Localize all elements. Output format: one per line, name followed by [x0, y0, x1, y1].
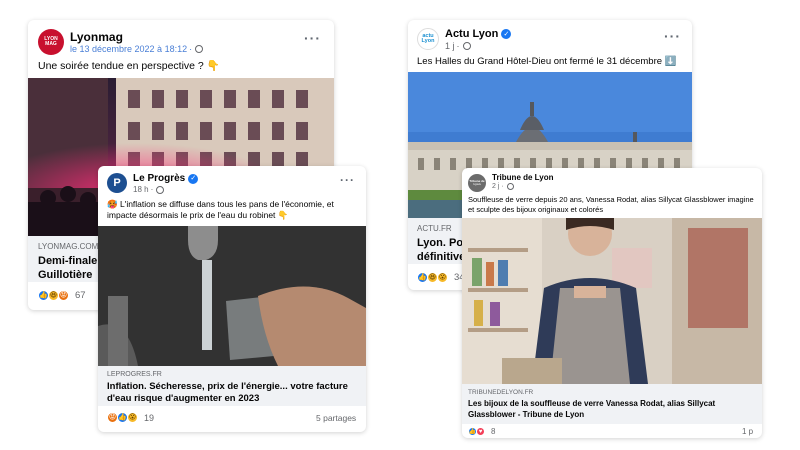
point-down-emoji: 👇 [277, 210, 289, 220]
link-domain: TRIBUNEDELYON.FR [468, 389, 534, 396]
reactions-summary[interactable]: 👍 😆 😡 67 [38, 290, 86, 301]
angry-reaction-icon: 😡 [58, 290, 69, 301]
post-meta: le 13 décembre 2022 à 18:12 · [70, 44, 204, 54]
globe-icon [506, 183, 514, 190]
shares-count-link[interactable]: 1 p [742, 427, 753, 436]
meta-separator: · [189, 44, 193, 54]
link-preview[interactable]: TRIBUNEDELYON.FR Les bijoux de la souffl… [462, 384, 762, 424]
post-meta: 1 j · [445, 41, 471, 51]
more-options-button[interactable]: ··· [664, 28, 681, 44]
page-avatar-leprogres[interactable]: P [107, 173, 127, 193]
point-down-emoji: 👇 [206, 60, 220, 72]
reaction-count: 67 [75, 290, 86, 301]
post-text: Une soirée tendue en perspective ? 👇 [38, 59, 324, 73]
post-meta: 2 j · [492, 183, 514, 190]
wow-reaction-icon: 😮 [127, 412, 138, 423]
post-time-link[interactable]: 1 j [445, 41, 455, 51]
avatar-logo-text: actu Lyon [421, 32, 435, 44]
more-options-button[interactable]: ··· [304, 30, 321, 46]
post-image-tribune[interactable] [462, 218, 762, 384]
post-meta: 18 h · [133, 185, 165, 194]
wow-reaction-icon: 😮 [437, 272, 448, 283]
post-card-leprogres: P Le Progrès ✓ 18 h · ··· 🥵 L'inflation … [98, 166, 366, 432]
page-name[interactable]: Le Progrès ✓ [133, 173, 199, 184]
reactions-summary[interactable]: 👍 😆 😮 34 [417, 272, 465, 283]
page-name-label[interactable]: Lyonmag [70, 30, 123, 44]
page-avatar-lyonmag[interactable]: LYON MAG [38, 29, 64, 55]
page-name[interactable]: Lyonmag [70, 30, 123, 44]
avatar-logo-text: P [113, 176, 121, 189]
reaction-count: 19 [144, 412, 155, 423]
post-text-content: Les Halles du Grand Hôtel-Dieu ont fermé… [417, 56, 663, 67]
reaction-count: 8 [491, 427, 496, 436]
more-options-button[interactable]: ··· [340, 173, 355, 187]
page-avatar-tribune[interactable]: Tribune de Lyon [468, 174, 486, 192]
shares-count-link[interactable]: 5 partages [316, 413, 356, 423]
hot-face-emoji: 🥵 [107, 199, 118, 209]
post-card-tribune: Tribune de Lyon Tribune de Lyon 2 j · So… [462, 168, 762, 438]
page-name[interactable]: Actu Lyon ✓ [445, 28, 512, 40]
post-text-content: L'inflation se diffuse dans tous les pan… [107, 199, 334, 220]
avatar-logo-text: Tribune de Lyon [469, 179, 485, 186]
post-text: Souffleuse de verre depuis 20 ans, Vanes… [468, 195, 758, 215]
tap-water-glass-photo [98, 226, 366, 366]
post-text: 🥵 L'inflation se diffuse dans tous les p… [107, 199, 357, 221]
page-avatar-actulyon[interactable]: actu Lyon [417, 28, 439, 50]
verified-badge-icon: ✓ [188, 173, 199, 184]
meta-separator: · [501, 183, 504, 190]
link-domain: LYONMAG.COM [38, 242, 99, 251]
globe-icon [195, 45, 204, 53]
globe-icon [462, 42, 471, 50]
avatar-logo-text: LYON MAG [44, 36, 58, 47]
link-title[interactable]: Les bijoux de la souffleuse de verre Van… [468, 398, 758, 422]
page-name[interactable]: Tribune de Lyon [492, 173, 553, 182]
verified-badge-icon: ✓ [501, 29, 512, 39]
down-arrow-emoji: ⬇️ [664, 56, 677, 67]
post-text: Les Halles du Grand Hôtel-Dieu ont fermé… [417, 55, 687, 69]
page-name-label[interactable]: Tribune de Lyon [492, 173, 553, 182]
post-text-content: Une soirée tendue en perspective ? [38, 60, 204, 72]
post-date-link[interactable]: le 13 décembre 2022 à 18:12 [70, 44, 187, 54]
glassblower-woman-photo [462, 218, 762, 384]
post-time-link[interactable]: 18 h [133, 185, 149, 194]
post-image-leprogres[interactable] [98, 226, 366, 366]
meta-separator: · [456, 41, 460, 51]
meta-separator: · [150, 185, 154, 194]
love-reaction-icon: ♥ [476, 427, 485, 436]
reactions-summary[interactable]: 👍 ♥ 8 [468, 427, 495, 436]
link-domain: ACTU.FR [417, 224, 452, 233]
post-text-content: Souffleuse de verre depuis 20 ans, Vanes… [468, 195, 754, 214]
globe-icon [156, 185, 165, 194]
page-name-label[interactable]: Actu Lyon [445, 28, 498, 40]
link-preview[interactable]: LEPROGRES.FR Inflation. Sécheresse, prix… [98, 366, 366, 406]
link-title[interactable]: Inflation. Sécheresse, prix de l'énergie… [107, 381, 359, 405]
reactions-summary[interactable]: 😡 👍 😮 19 [107, 412, 154, 423]
post-time-link[interactable]: 2 j [492, 183, 499, 190]
link-domain: LEPROGRES.FR [107, 371, 162, 378]
page-name-label[interactable]: Le Progrès [133, 173, 185, 184]
